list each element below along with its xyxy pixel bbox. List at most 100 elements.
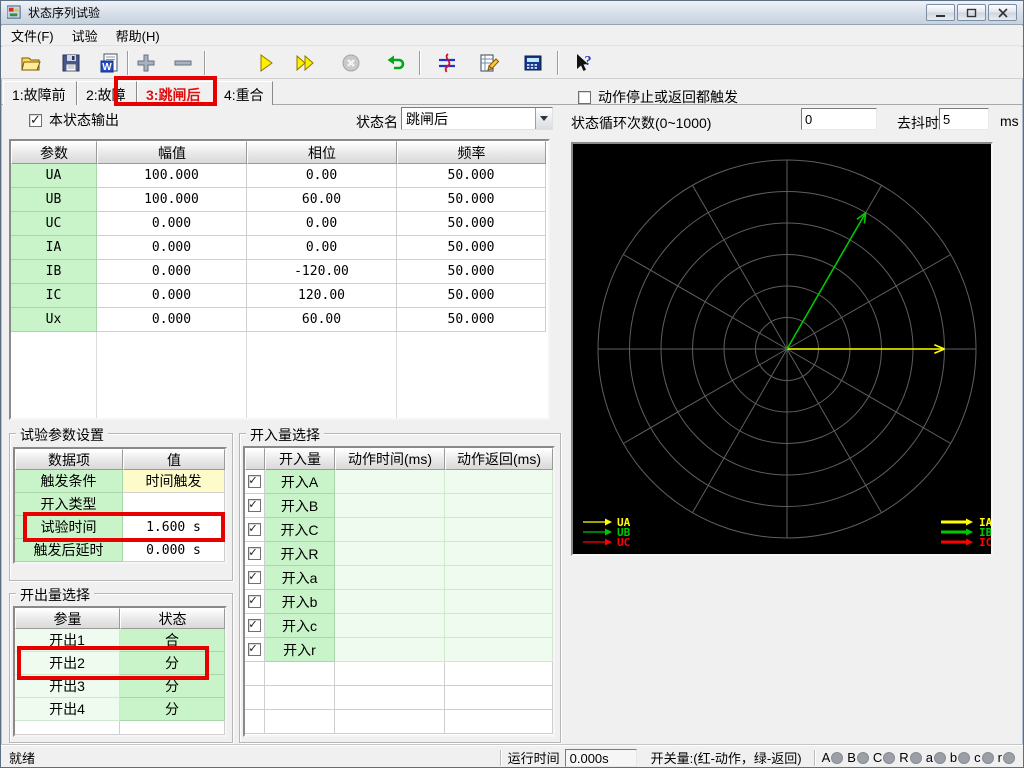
table-row: IB 0.000 -120.00 50.000	[11, 260, 548, 284]
param-label: UA	[11, 164, 97, 188]
frequency-cell[interactable]: 50.000	[397, 284, 546, 308]
amplitude-cell[interactable]: 0.000	[97, 236, 247, 260]
param-label: UB	[11, 188, 97, 212]
table-row: IA 0.000 0.00 50.000	[11, 236, 548, 260]
combo-dropdown-button[interactable]	[535, 108, 552, 129]
export-word-button[interactable]: W	[96, 50, 124, 76]
amplitude-cell[interactable]: 0.000	[97, 260, 247, 284]
input-row-checkbox[interactable]	[248, 593, 261, 608]
output-state[interactable]: 分	[120, 675, 225, 698]
table-row: 开出3 分	[15, 675, 225, 698]
svg-text:W: W	[102, 62, 112, 73]
close-button[interactable]	[988, 4, 1017, 21]
restore-button[interactable]	[957, 4, 986, 21]
toolbar: W ?	[1, 47, 1023, 79]
tab-state4[interactable]: 4:重合	[215, 81, 273, 105]
frequency-cell[interactable]: 50.000	[397, 212, 546, 236]
frequency-cell[interactable]: 50.000	[397, 236, 546, 260]
tab-state3[interactable]: 3:跳闸后	[137, 81, 215, 105]
save-button[interactable]	[57, 50, 85, 76]
table-row: 开出1 合	[15, 629, 225, 652]
item-value[interactable]: 0.000 s	[123, 539, 225, 562]
amplitude-cell[interactable]: 100.000	[97, 188, 247, 212]
item-value[interactable]	[123, 493, 225, 516]
play-icon	[260, 54, 273, 72]
input-row-checkbox[interactable]	[248, 569, 261, 584]
remove-state-button[interactable]	[169, 50, 197, 76]
report-edit-button[interactable]	[475, 50, 503, 76]
switch-legend-label: 开关量:(红-动作，绿-返回)	[650, 751, 802, 766]
phase-cell[interactable]: 0.00	[247, 164, 397, 188]
col-header-output-name: 参量	[15, 608, 120, 629]
col-header-amplitude: 幅值	[97, 141, 247, 164]
frequency-cell[interactable]: 50.000	[397, 164, 546, 188]
loop-count-input[interactable]	[801, 108, 877, 130]
input-row-checkbox[interactable]	[248, 545, 261, 560]
phase-cell[interactable]: 120.00	[247, 284, 397, 308]
act-return-cell	[445, 590, 553, 614]
item-value[interactable]: 时间触发	[123, 470, 225, 493]
tab-state1[interactable]: 1:故障前	[3, 81, 77, 105]
phase-cell[interactable]: 0.00	[247, 212, 397, 236]
save-icon	[62, 54, 80, 72]
calculator-button[interactable]	[519, 50, 547, 76]
toolbar-separator	[419, 51, 421, 75]
frequency-cell[interactable]: 50.000	[397, 308, 546, 332]
act-time-cell	[335, 494, 445, 518]
item-value[interactable]: 1.600 s	[123, 516, 225, 539]
output-state[interactable]: 分	[120, 698, 225, 721]
output-state[interactable]: 分	[120, 652, 225, 675]
frequency-cell[interactable]: 50.000	[397, 260, 546, 284]
output-select-group-title: 开出量选择	[16, 585, 94, 605]
toolbar-separator	[204, 51, 206, 75]
switch-indicator: C	[873, 750, 896, 765]
debounce-unit: ms	[1000, 113, 1019, 129]
phase-param-table: 参数 幅值 相位 频率 UA 100.000 0.00 50.000 UB 100.00…	[9, 139, 550, 420]
phase-cell[interactable]: 60.00	[247, 188, 397, 212]
frequency-cell[interactable]: 50.000	[397, 188, 546, 212]
help-button[interactable]: ?	[569, 50, 597, 76]
sync-wave-button[interactable]	[433, 50, 461, 76]
input-row-checkbox[interactable]	[248, 497, 261, 512]
undo-button[interactable]	[381, 50, 409, 76]
amplitude-cell[interactable]: 0.000	[97, 212, 247, 236]
run-button[interactable]	[251, 50, 279, 76]
table-row: 试验时间 1.600 s	[15, 516, 225, 539]
open-button[interactable]	[17, 50, 45, 76]
amplitude-cell[interactable]: 100.000	[97, 164, 247, 188]
amplitude-cell[interactable]: 0.000	[97, 308, 247, 332]
item-label: 触发条件	[15, 470, 123, 493]
input-name: 开入A	[265, 470, 335, 494]
menu-file[interactable]: 文件(F)	[11, 26, 54, 45]
col-header-phase: 相位	[247, 141, 397, 164]
input-row-checkbox[interactable]	[248, 641, 261, 656]
menu-test[interactable]: 试验	[72, 26, 98, 45]
add-state-button[interactable]	[132, 50, 160, 76]
input-select-table: 开入量 动作时间(ms) 动作返回(ms) 开入A 开入B 开入C 开入R 开入…	[243, 446, 555, 737]
switch-indicator: R	[899, 750, 922, 765]
input-row-checkbox[interactable]	[248, 521, 261, 536]
switch-dot-b	[958, 751, 971, 764]
param-label: UC	[11, 212, 97, 236]
table-row: UC 0.000 0.00 50.000	[11, 212, 548, 236]
output-state[interactable]: 合	[120, 629, 225, 652]
phase-cell[interactable]: 60.00	[247, 308, 397, 332]
table-empty-row	[245, 710, 553, 734]
minimize-button[interactable]	[926, 4, 955, 21]
statusbar: 就绪 运行时间 0.000s 开关量:(红-动作，绿-返回) A B C R a…	[1, 745, 1023, 767]
tab-state2[interactable]: 2:故障	[77, 81, 137, 105]
input-row-checkbox[interactable]	[248, 617, 261, 632]
state-output-checkbox[interactable]	[29, 112, 42, 128]
amplitude-cell[interactable]: 0.000	[97, 284, 247, 308]
table-row: IC 0.000 120.00 50.000	[11, 284, 548, 308]
debounce-input[interactable]	[939, 108, 989, 130]
stop-button[interactable]	[337, 50, 365, 76]
run-continuous-button[interactable]	[291, 50, 319, 76]
menu-help[interactable]: 帮助(H)	[116, 26, 160, 45]
state-name-combo[interactable]: 跳闸后	[401, 107, 553, 130]
phase-cell[interactable]: 0.00	[247, 236, 397, 260]
input-row-checkbox[interactable]	[248, 473, 261, 488]
phase-cell[interactable]: -120.00	[247, 260, 397, 284]
trigger-on-stop-checkbox[interactable]	[578, 90, 591, 104]
statusbar-separator	[813, 749, 816, 766]
